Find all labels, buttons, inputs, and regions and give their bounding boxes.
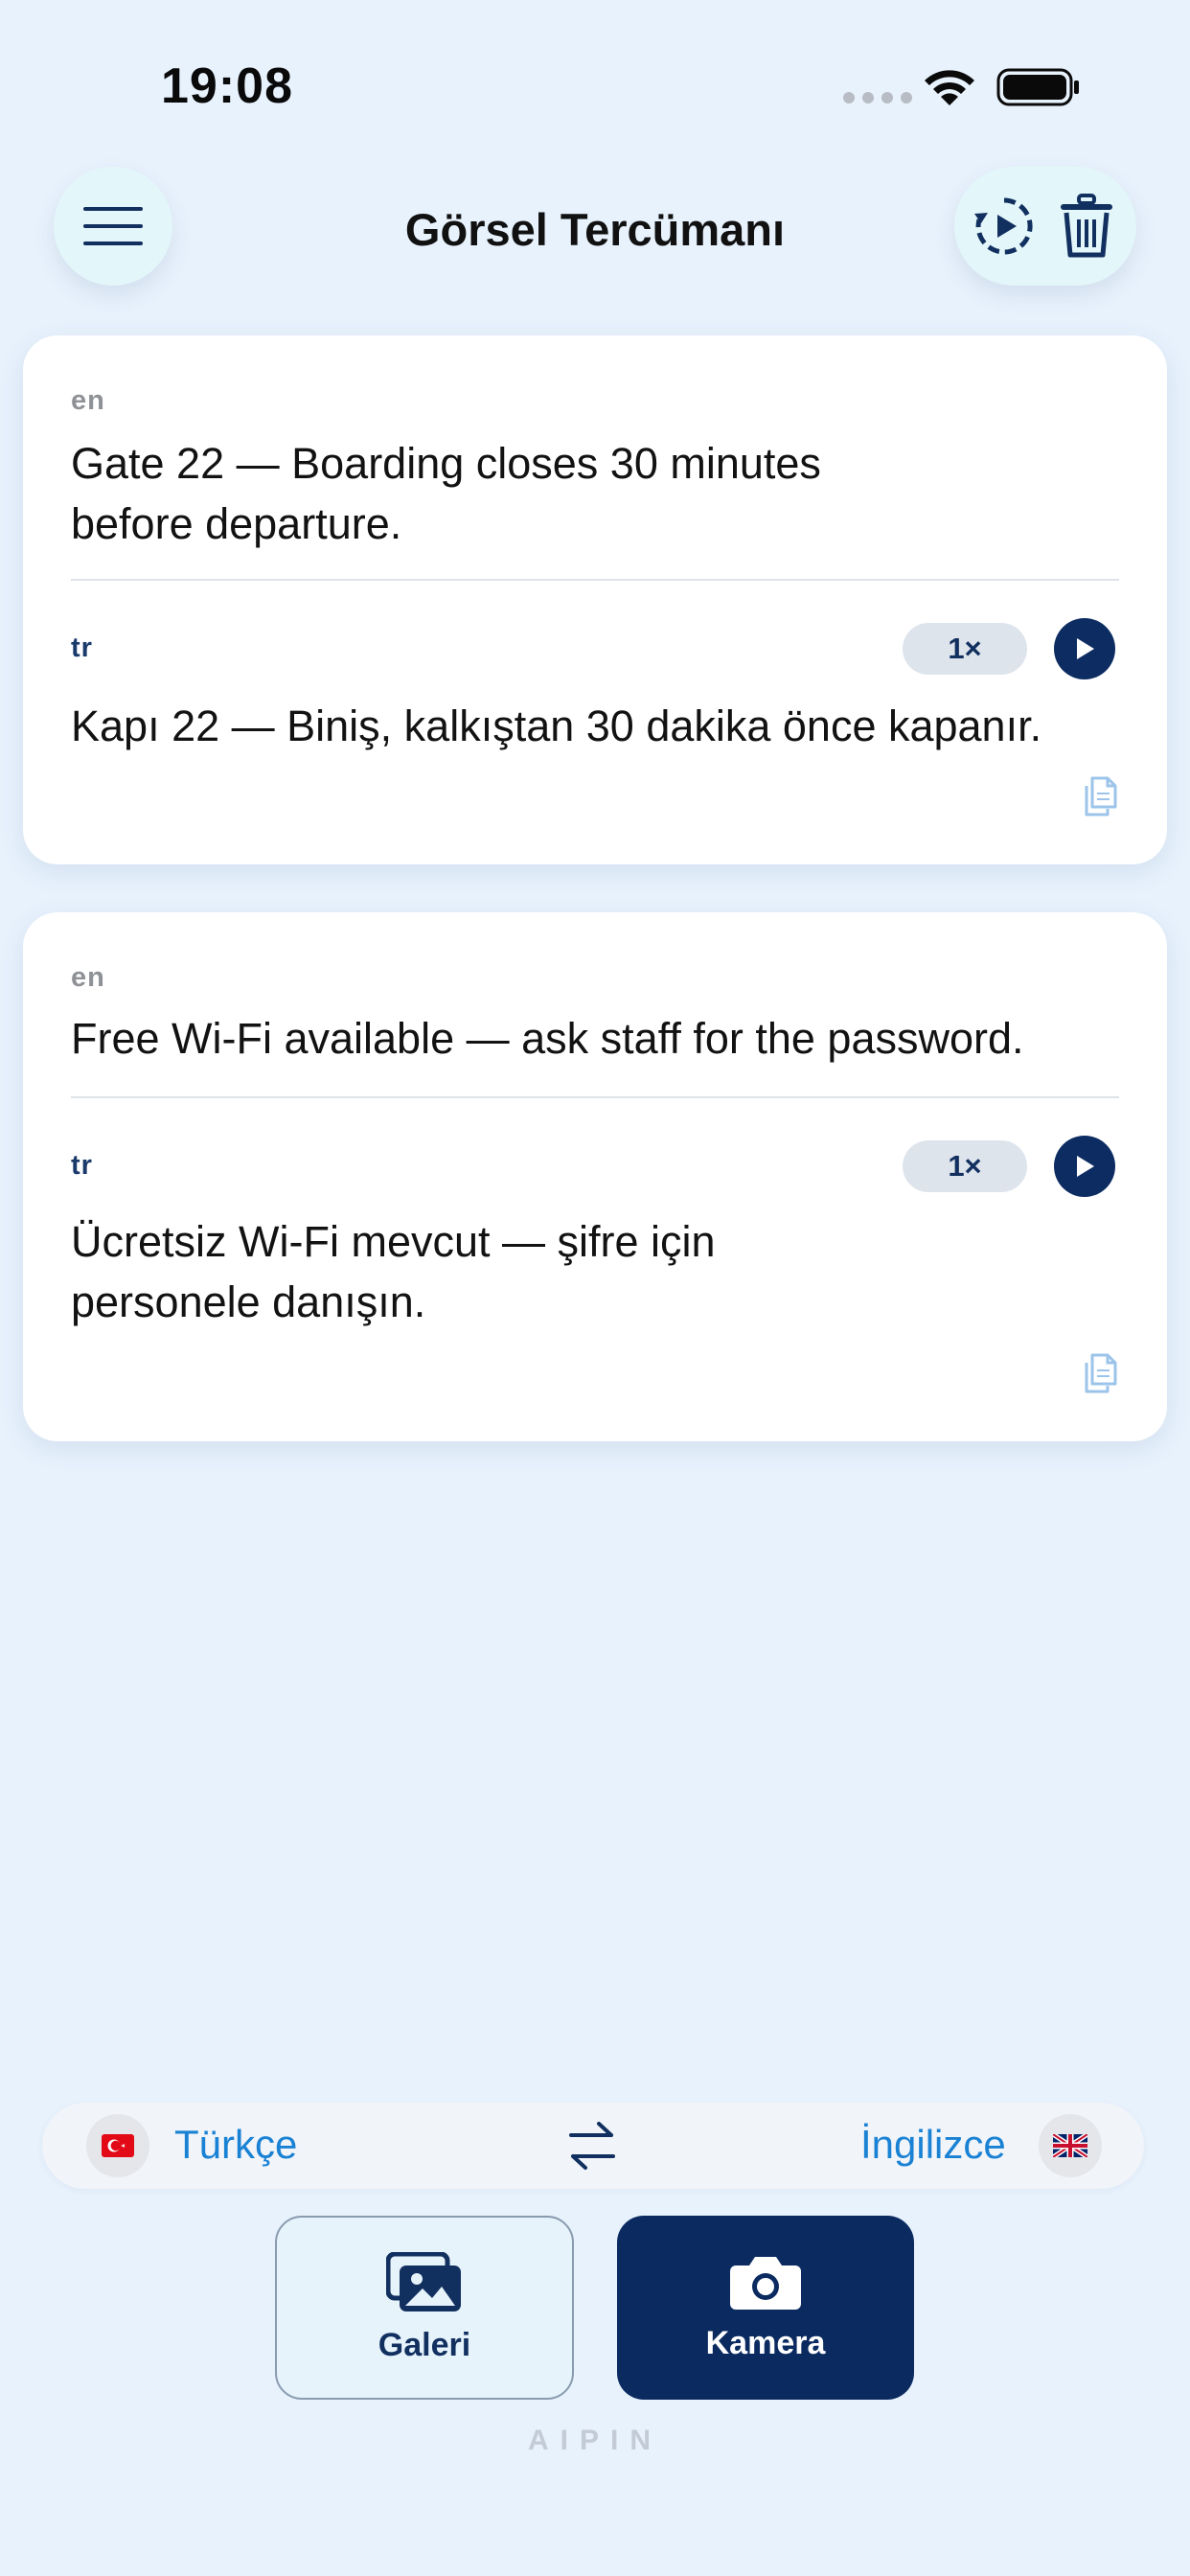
source-text: Gate 22 — Boarding closes 30 minutes bef… bbox=[71, 439, 821, 548]
replay-play-icon bbox=[974, 197, 1033, 255]
battery-icon bbox=[996, 68, 1079, 106]
gallery-label: Galeri bbox=[378, 2326, 471, 2363]
play-icon bbox=[1077, 1156, 1094, 1177]
target-language-button[interactable]: İngilizce bbox=[860, 2122, 1006, 2168]
status-bar: 19:08 bbox=[0, 0, 1190, 163]
target-language-code: tr bbox=[71, 632, 93, 663]
gallery-icon bbox=[386, 2251, 461, 2312]
camera-label: Kamera bbox=[705, 2324, 826, 2361]
camera-button[interactable]: Kamera bbox=[617, 2216, 914, 2400]
cellular-signal-icon bbox=[843, 92, 912, 104]
source-text: Free Wi-Fi available — ask staff for the… bbox=[71, 1014, 1024, 1063]
divider bbox=[71, 1096, 1119, 1098]
divider bbox=[71, 579, 1119, 581]
copy-icon[interactable] bbox=[1079, 1351, 1121, 1397]
translated-text: Kapı 22 — Biniş, kalkıştan 30 dakika önc… bbox=[71, 702, 1042, 750]
translated-text: Ücretsiz Wi-Fi mevcut — şifre için perso… bbox=[71, 1217, 716, 1326]
play-button[interactable] bbox=[1054, 618, 1115, 679]
speed-toggle[interactable]: 1× bbox=[903, 1140, 1027, 1192]
trash-icon bbox=[1061, 194, 1112, 258]
replay-button[interactable] bbox=[970, 192, 1039, 261]
delete-button[interactable] bbox=[1052, 192, 1121, 261]
translation-card: en Free Wi-Fi available — ask staff for … bbox=[23, 912, 1167, 1441]
source-language-code: en bbox=[71, 385, 105, 416]
translation-card: en Gate 22 — Boarding closes 30 minutes … bbox=[23, 335, 1167, 864]
source-language-button[interactable]: Türkçe bbox=[174, 2122, 297, 2168]
gallery-button[interactable]: Galeri bbox=[275, 2216, 574, 2400]
app-header: Görsel Tercümanı bbox=[0, 163, 1190, 316]
swap-arrows-icon bbox=[569, 2122, 615, 2170]
copy-icon[interactable] bbox=[1079, 774, 1121, 820]
source-flag[interactable] bbox=[86, 2114, 149, 2177]
uk-flag-icon bbox=[1053, 2134, 1087, 2157]
play-icon bbox=[1077, 638, 1094, 659]
speed-toggle[interactable]: 1× bbox=[903, 623, 1027, 675]
play-button[interactable] bbox=[1054, 1136, 1115, 1197]
header-actions bbox=[954, 167, 1136, 286]
source-language-code: en bbox=[71, 962, 105, 993]
status-time: 19:08 bbox=[161, 58, 293, 114]
brand-wordmark: AIPIN bbox=[527, 2425, 662, 2456]
target-flag[interactable] bbox=[1039, 2114, 1102, 2177]
target-language-code: tr bbox=[71, 1150, 93, 1181]
wifi-icon bbox=[925, 70, 974, 105]
swap-languages-button[interactable] bbox=[556, 2116, 629, 2175]
language-selector-bar: Türkçe İngilizce bbox=[42, 2103, 1144, 2189]
camera-icon bbox=[730, 2256, 801, 2310]
turkey-flag-icon bbox=[102, 2134, 134, 2157]
